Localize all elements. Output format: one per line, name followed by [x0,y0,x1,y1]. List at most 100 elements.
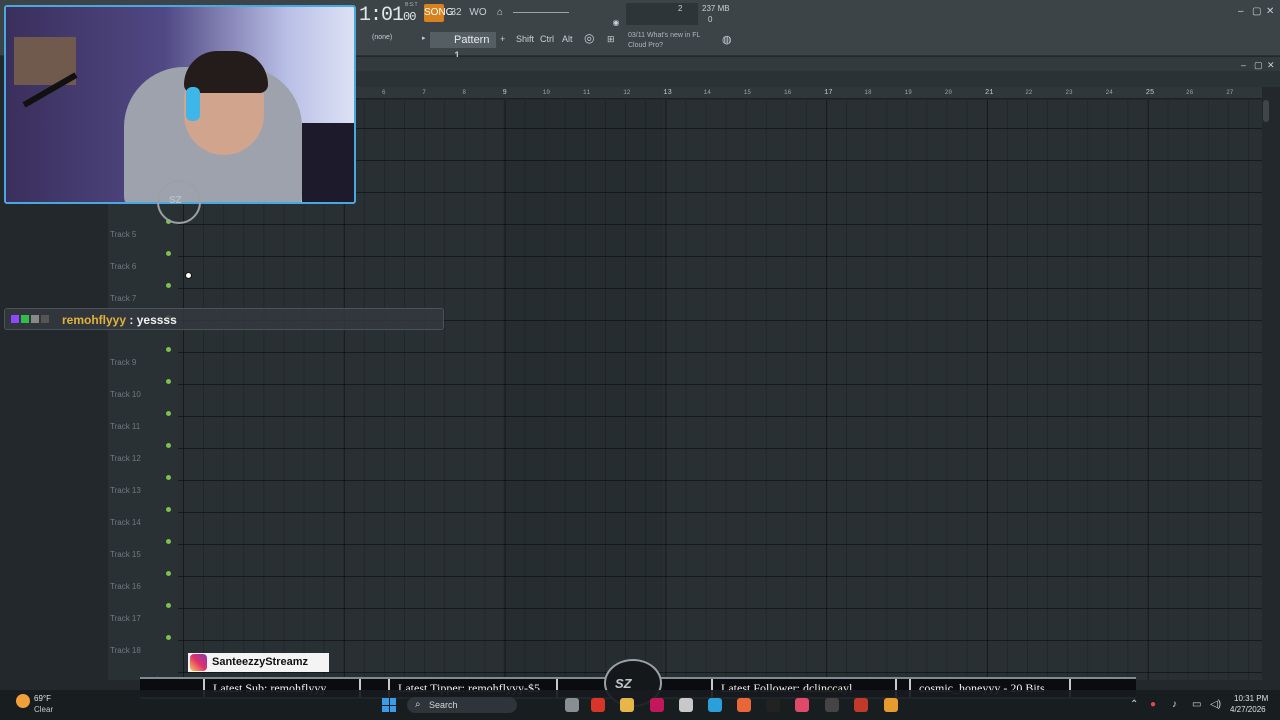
app-icon[interactable] [591,698,605,712]
track-mute-led[interactable] [166,347,171,352]
ruler-bar-number: 13 [663,89,672,97]
ruler-bar-number: 10 [542,89,550,96]
tempo-tap-icon[interactable]: ◎ [584,31,594,45]
snap-select[interactable]: (none) [372,34,392,41]
track-label[interactable]: Track 18 [110,646,141,655]
step-edit-button[interactable]: 32 [446,4,466,22]
track-label[interactable]: Track 16 [110,582,141,591]
ruler-bar-number: 9 [502,89,507,97]
track-label[interactable]: Track 14 [110,518,141,527]
master-volume-slider[interactable] [513,12,569,13]
windows-taskbar [0,690,1280,720]
minimize-icon[interactable]: – [1238,6,1244,17]
display-icon[interactable]: ▭ [1192,699,1201,710]
tiktok-live-icon[interactable] [795,698,809,712]
ruler-bar-number: 14 [703,89,711,96]
ctrl-button[interactable]: Ctrl [540,34,554,44]
track-mute-led[interactable] [166,507,171,512]
track-label[interactable]: Track 9 [110,358,136,367]
obs-icon[interactable] [825,698,839,712]
track-mute-led[interactable] [166,251,171,256]
track-label[interactable]: Track 11 [110,422,140,431]
shift-button[interactable]: Shift [516,34,534,44]
taskbar-date: 4/27/2026 [1230,705,1266,714]
wait-record-button[interactable]: WO [468,4,488,22]
volume-icon[interactable]: ◁) [1210,699,1221,710]
fl-studio-icon[interactable] [884,698,898,712]
tray-app-icon[interactable]: ● [1150,699,1156,710]
track-mute-led[interactable] [166,475,171,480]
close-icon[interactable]: ✕ [1266,6,1274,17]
chat-text: yessss [136,313,177,327]
playlist-minimize-icon[interactable]: – [1241,60,1246,70]
tiktok-icon[interactable] [766,698,780,712]
ruler-bar-number: 18 [864,89,872,96]
track-label[interactable]: Track 6 [110,262,136,271]
track-mute-led[interactable] [166,539,171,544]
taskbar-search[interactable]: Search [407,697,517,713]
globe-icon[interactable]: ◍ [722,33,732,46]
weather-condition: Clear [34,705,54,714]
task-view-icon[interactable] [565,698,579,712]
instagram-handle: SanteezzyStreamz [212,656,308,668]
app-icon[interactable] [650,698,664,712]
ruler-bar-number: 26 [1186,89,1194,96]
ruler-bar-number: 21 [985,89,994,97]
start-button-icon[interactable] [382,698,396,712]
ruler-bar-number: 23 [1065,89,1073,96]
shop-icon[interactable]: ⊞ [607,34,615,45]
track-label[interactable]: Track 10 [110,390,141,399]
time-signature-icon[interactable]: ◉ [606,14,626,32]
picker-panel [0,205,108,681]
track-label[interactable]: Track 5 [110,230,136,239]
file-explorer-icon[interactable] [620,698,634,712]
track-mute-led[interactable] [166,379,171,384]
ruler-bar-number: 20 [944,89,952,96]
taskbar-time: 10:31 PM [1234,694,1269,703]
alt-button[interactable]: Alt [562,34,573,44]
track-label[interactable]: Track 13 [110,486,141,495]
track-mute-led[interactable] [166,571,171,576]
playlist-title-bar [356,57,1280,71]
track-mute-led[interactable] [166,411,171,416]
track-mute-led[interactable] [166,635,171,640]
ruler-bar-number: 16 [784,89,792,96]
add-pattern-icon[interactable]: + [500,34,505,44]
stream-logo-text: SZ [169,195,182,206]
playlist-close-icon[interactable]: ✕ [1267,60,1275,71]
vertical-scrollbar[interactable] [1263,100,1269,122]
firefox-icon[interactable] [737,698,751,712]
bst-label: B:S:T [405,2,418,8]
ruler-bar-number: 15 [743,89,751,96]
chat-username: remohflyyy [62,313,127,327]
ruler-bar-number: 7 [422,89,426,96]
track-mute-led[interactable] [166,443,171,448]
app-icon[interactable] [854,698,868,712]
badge-icon [11,314,19,323]
track-label[interactable]: Track 15 [110,550,141,559]
microphone-icon[interactable]: ♪ [1172,699,1177,710]
badge-icon [31,314,39,323]
instagram-tag: SanteezzyStreamz [188,653,329,672]
song-mode-button[interactable]: SONG [424,4,453,22]
playlist-maximize-icon[interactable]: ▢ [1254,60,1263,71]
timeline-ruler[interactable]: 6 7 8 9 10 11 12 13 14 15 16 17 18 19 20 21 22 23 24 25 26 27 [356,87,1262,99]
store-icon[interactable] [679,698,693,712]
track-mute-led[interactable] [166,283,171,288]
play-arrow-icon[interactable]: ▸ [422,34,426,42]
ruler-bar-number: 22 [1025,89,1033,96]
track-label[interactable]: Track 7 [110,294,136,303]
weather-icon[interactable] [16,694,30,708]
metronome-icon[interactable]: ⌂ [490,4,510,22]
ruler-bar-number: 6 [382,89,386,96]
track-label[interactable]: Track 17 [110,614,141,623]
maximize-icon[interactable]: ▢ [1252,6,1261,17]
news-panel[interactable]: 03/11 What's new in FL Cloud Pro? [628,31,700,51]
edge-icon[interactable] [708,698,722,712]
track-mute-led[interactable] [166,603,171,608]
cpu-monitor [626,3,698,25]
tray-chevron-icon[interactable]: ⌃ [1130,699,1138,710]
track-label[interactable]: Track 12 [110,454,141,463]
pattern-selector[interactable]: Pattern 1 [430,32,496,62]
instagram-icon [190,654,207,671]
